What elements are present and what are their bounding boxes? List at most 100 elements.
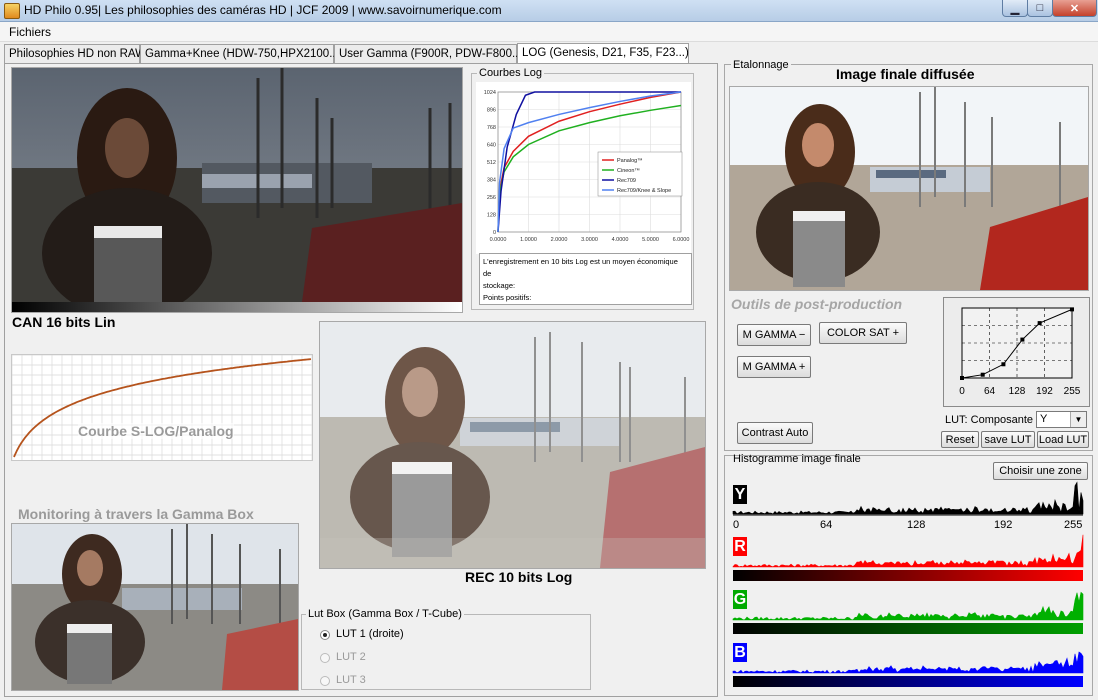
- choose-zone-button[interactable]: Choisir une zone: [993, 462, 1088, 480]
- lut2-label: LUT 2: [336, 651, 366, 663]
- y-tick-label: 128: [487, 213, 496, 219]
- lut-tick-label: 0: [959, 386, 965, 397]
- y-tick-label: 896: [487, 108, 496, 114]
- y-tick-label: 768: [487, 125, 496, 131]
- channel-gradient-bar: [733, 623, 1083, 634]
- minimize-button[interactable]: ▁: [1002, 0, 1028, 17]
- rec-image: [320, 322, 705, 568]
- histogram-title: Histogramme image finale: [733, 453, 861, 465]
- monitoring-caption: Monitoring à travers la Gamma Box: [18, 506, 254, 522]
- lut-component-select[interactable]: Y ▼: [1036, 411, 1087, 428]
- y-tick-label: 0: [493, 230, 496, 236]
- hist-tick-192: 192: [994, 519, 1013, 531]
- lut-component-label: LUT: Composante: [945, 414, 1034, 426]
- etalonnage-panel: Etalonnage Image finale diffusée Outils …: [724, 59, 1093, 451]
- legend-label: Rec709: [617, 178, 636, 184]
- hist-tick-128: 128: [907, 519, 926, 531]
- channel-gradient-bar: [733, 570, 1083, 581]
- final-image-frame: [729, 86, 1089, 291]
- etalonnage-title: Etalonnage: [731, 59, 791, 71]
- courbes-log-title: Courbes Log: [477, 67, 544, 79]
- x-tick-label: 6.0000: [673, 237, 690, 243]
- tab-gamma-knee[interactable]: Gamma+Knee (HDW-750,HPX2100...): [140, 44, 343, 63]
- close-button[interactable]: ✕: [1052, 0, 1097, 17]
- lut3-label: LUT 3: [336, 674, 366, 686]
- load-lut-button[interactable]: Load LUT: [1037, 431, 1089, 448]
- monitoring-image-frame: [11, 523, 299, 691]
- contrast-auto-button[interactable]: Contrast Auto: [737, 422, 813, 444]
- x-tick-label: 3.0000: [581, 237, 598, 243]
- y-tick-label: 384: [487, 178, 496, 184]
- chevron-down-icon[interactable]: ▼: [1070, 412, 1086, 427]
- x-tick-label: 1.0000: [520, 237, 537, 243]
- lut-curve-editor[interactable]: 0 64 128 192 255: [943, 297, 1090, 407]
- lut-box-group: Lut Box (Gamma Box / T-Cube) LUT 1 (droi…: [301, 608, 591, 690]
- hist-tick-255: 255: [1064, 519, 1083, 531]
- lut1-radio[interactable]: [320, 630, 330, 640]
- log-description-box: L'enregistrement en 10 bits Log est un m…: [479, 253, 692, 305]
- hist-tick-64: 64: [820, 519, 833, 531]
- lut-control-point: [1020, 337, 1025, 342]
- lut-control-point: [980, 372, 985, 377]
- legend-label: Rec709/Knee & Slope: [617, 188, 671, 194]
- lut-box-title: Lut Box (Gamma Box / T-Cube): [306, 608, 464, 620]
- lut-control-point: [960, 376, 964, 380]
- log-description-line1: L'enregistrement en 10 bits Log est un m…: [483, 257, 678, 278]
- histogram-chart: [732, 481, 1084, 687]
- curve-caption: Courbe S-LOG/Panalog: [78, 423, 234, 439]
- rec-image-frame: [319, 321, 706, 569]
- menu-bar: Fichiers: [0, 22, 1098, 42]
- m-gamma-minus-button[interactable]: M GAMMA −: [737, 324, 811, 346]
- lut-curve-graph[interactable]: 0 64 128 192 255: [944, 298, 1089, 406]
- histogram-area: [733, 588, 1083, 620]
- hist-g-label: G: [733, 590, 747, 609]
- tab-log[interactable]: LOG (Genesis, D21, F35, F23...): [517, 43, 689, 64]
- lut-tick-label: 255: [1064, 386, 1081, 397]
- slog-curve-line: [13, 358, 312, 458]
- x-tick-label: 0.0000: [490, 237, 507, 243]
- can-caption: CAN 16 bits Lin: [12, 314, 116, 330]
- slog-curve-graph: [12, 355, 312, 460]
- menu-fichiers[interactable]: Fichiers: [9, 25, 51, 39]
- reset-button[interactable]: Reset: [941, 431, 979, 448]
- lut3-radio[interactable]: [320, 676, 330, 686]
- app-icon: [4, 3, 20, 19]
- channel-gradient-bar: [733, 676, 1083, 687]
- lut-component-value: Y: [1040, 413, 1048, 425]
- y-tick-label: 512: [487, 160, 496, 166]
- log-description-line3: Points positifs:: [483, 293, 532, 302]
- tab-user-gamma[interactable]: User Gamma (F900R, PDW-F800...: [334, 44, 522, 63]
- x-tick-label: 5.0000: [642, 237, 659, 243]
- histogram-area: [733, 482, 1083, 514]
- tools-caption: Outils de post-production: [731, 296, 903, 312]
- lut1-label: LUT 1 (droite): [336, 628, 404, 640]
- lut-tick-label: 192: [1036, 386, 1053, 397]
- can-image: [12, 68, 462, 312]
- slog-curve-panel: Courbe S-LOG/Panalog: [11, 354, 313, 461]
- lut-tick-label: 128: [1009, 386, 1026, 397]
- lut-tick-label: 64: [984, 386, 996, 397]
- legend-label: Panalog™: [617, 158, 643, 164]
- hist-y-label: Y: [733, 485, 747, 504]
- histogram-panel: Histogramme image finale Choisir une zon…: [724, 453, 1093, 696]
- lut-control-point: [1001, 362, 1006, 367]
- rec-caption: REC 10 bits Log: [465, 569, 573, 585]
- final-image-caption: Image finale diffusée: [836, 66, 975, 82]
- lut2-radio[interactable]: [320, 653, 330, 663]
- can-image-frame: [11, 67, 463, 313]
- courbes-log-group: Courbes Log 0 128 256 384 512 640 768 896 1024 0.…: [471, 67, 694, 310]
- log-description-line2: stockage:: [483, 281, 516, 290]
- monitoring-image: [12, 524, 298, 690]
- save-lut-button[interactable]: save LUT: [981, 431, 1035, 448]
- tab-content-log: Courbes Log 0 128 256 384 512 640 768 896 1024 0.…: [4, 63, 718, 697]
- hist-tick-0: 0: [733, 519, 740, 531]
- lut-control-point: [1070, 307, 1074, 312]
- lut-control-point: [1037, 321, 1042, 326]
- log-curves-chart: 0 128 256 384 512 640 768 896 1024 0.0000 1.0000 2.…: [476, 82, 691, 254]
- m-gamma-plus-button[interactable]: M GAMMA +: [737, 356, 811, 378]
- color-sat-plus-button[interactable]: COLOR SAT +: [819, 322, 907, 344]
- maximize-button[interactable]: □: [1027, 0, 1053, 17]
- tab-philosophies[interactable]: Philosophies HD non RAW: [4, 44, 146, 63]
- y-tick-label: 640: [487, 143, 496, 149]
- x-tick-label: 4.0000: [612, 237, 629, 243]
